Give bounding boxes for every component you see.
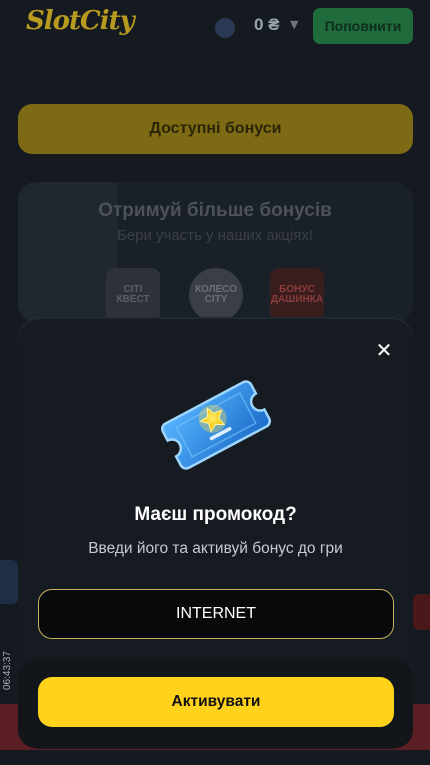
promo-code-input[interactable] (38, 589, 394, 639)
modal-description: Введи його та активуй бонус до гри (88, 540, 343, 557)
deposit-button[interactable]: Поповнити (313, 8, 413, 44)
top-bar: SlotCity 0 ₴ ▼ Поповнити (0, 0, 430, 52)
logo: SlotCity (26, 6, 135, 36)
side-clock: 06:43:37 (2, 651, 13, 690)
balance-value[interactable]: 0 ₴ (254, 15, 280, 35)
promo-ticket-icon (161, 380, 271, 470)
side-widget-left[interactable] (0, 560, 18, 604)
modal-title: Маєш промокод? (134, 504, 297, 525)
citi-quest-badge[interactable]: CITI КВЕСТ (106, 268, 160, 322)
promo-section-subtitle: Бери участь у наших акціях! (116, 227, 314, 244)
close-icon[interactable]: ✕ (370, 336, 398, 364)
side-widget-right[interactable] (413, 594, 430, 630)
promo-section-title: Отримуй більше бонусів (98, 200, 332, 221)
avatar[interactable] (215, 18, 235, 38)
wheel-city-badge[interactable]: КОЛЕСО CITY (189, 268, 243, 322)
available-bonuses-button[interactable]: Доступні бонуси (18, 104, 413, 154)
bonus-machine-badge[interactable]: БОНУС ДАШИНКА (270, 268, 324, 322)
chevron-down-icon[interactable]: ▼ (290, 18, 298, 31)
activate-button[interactable]: Активувати (38, 677, 394, 727)
